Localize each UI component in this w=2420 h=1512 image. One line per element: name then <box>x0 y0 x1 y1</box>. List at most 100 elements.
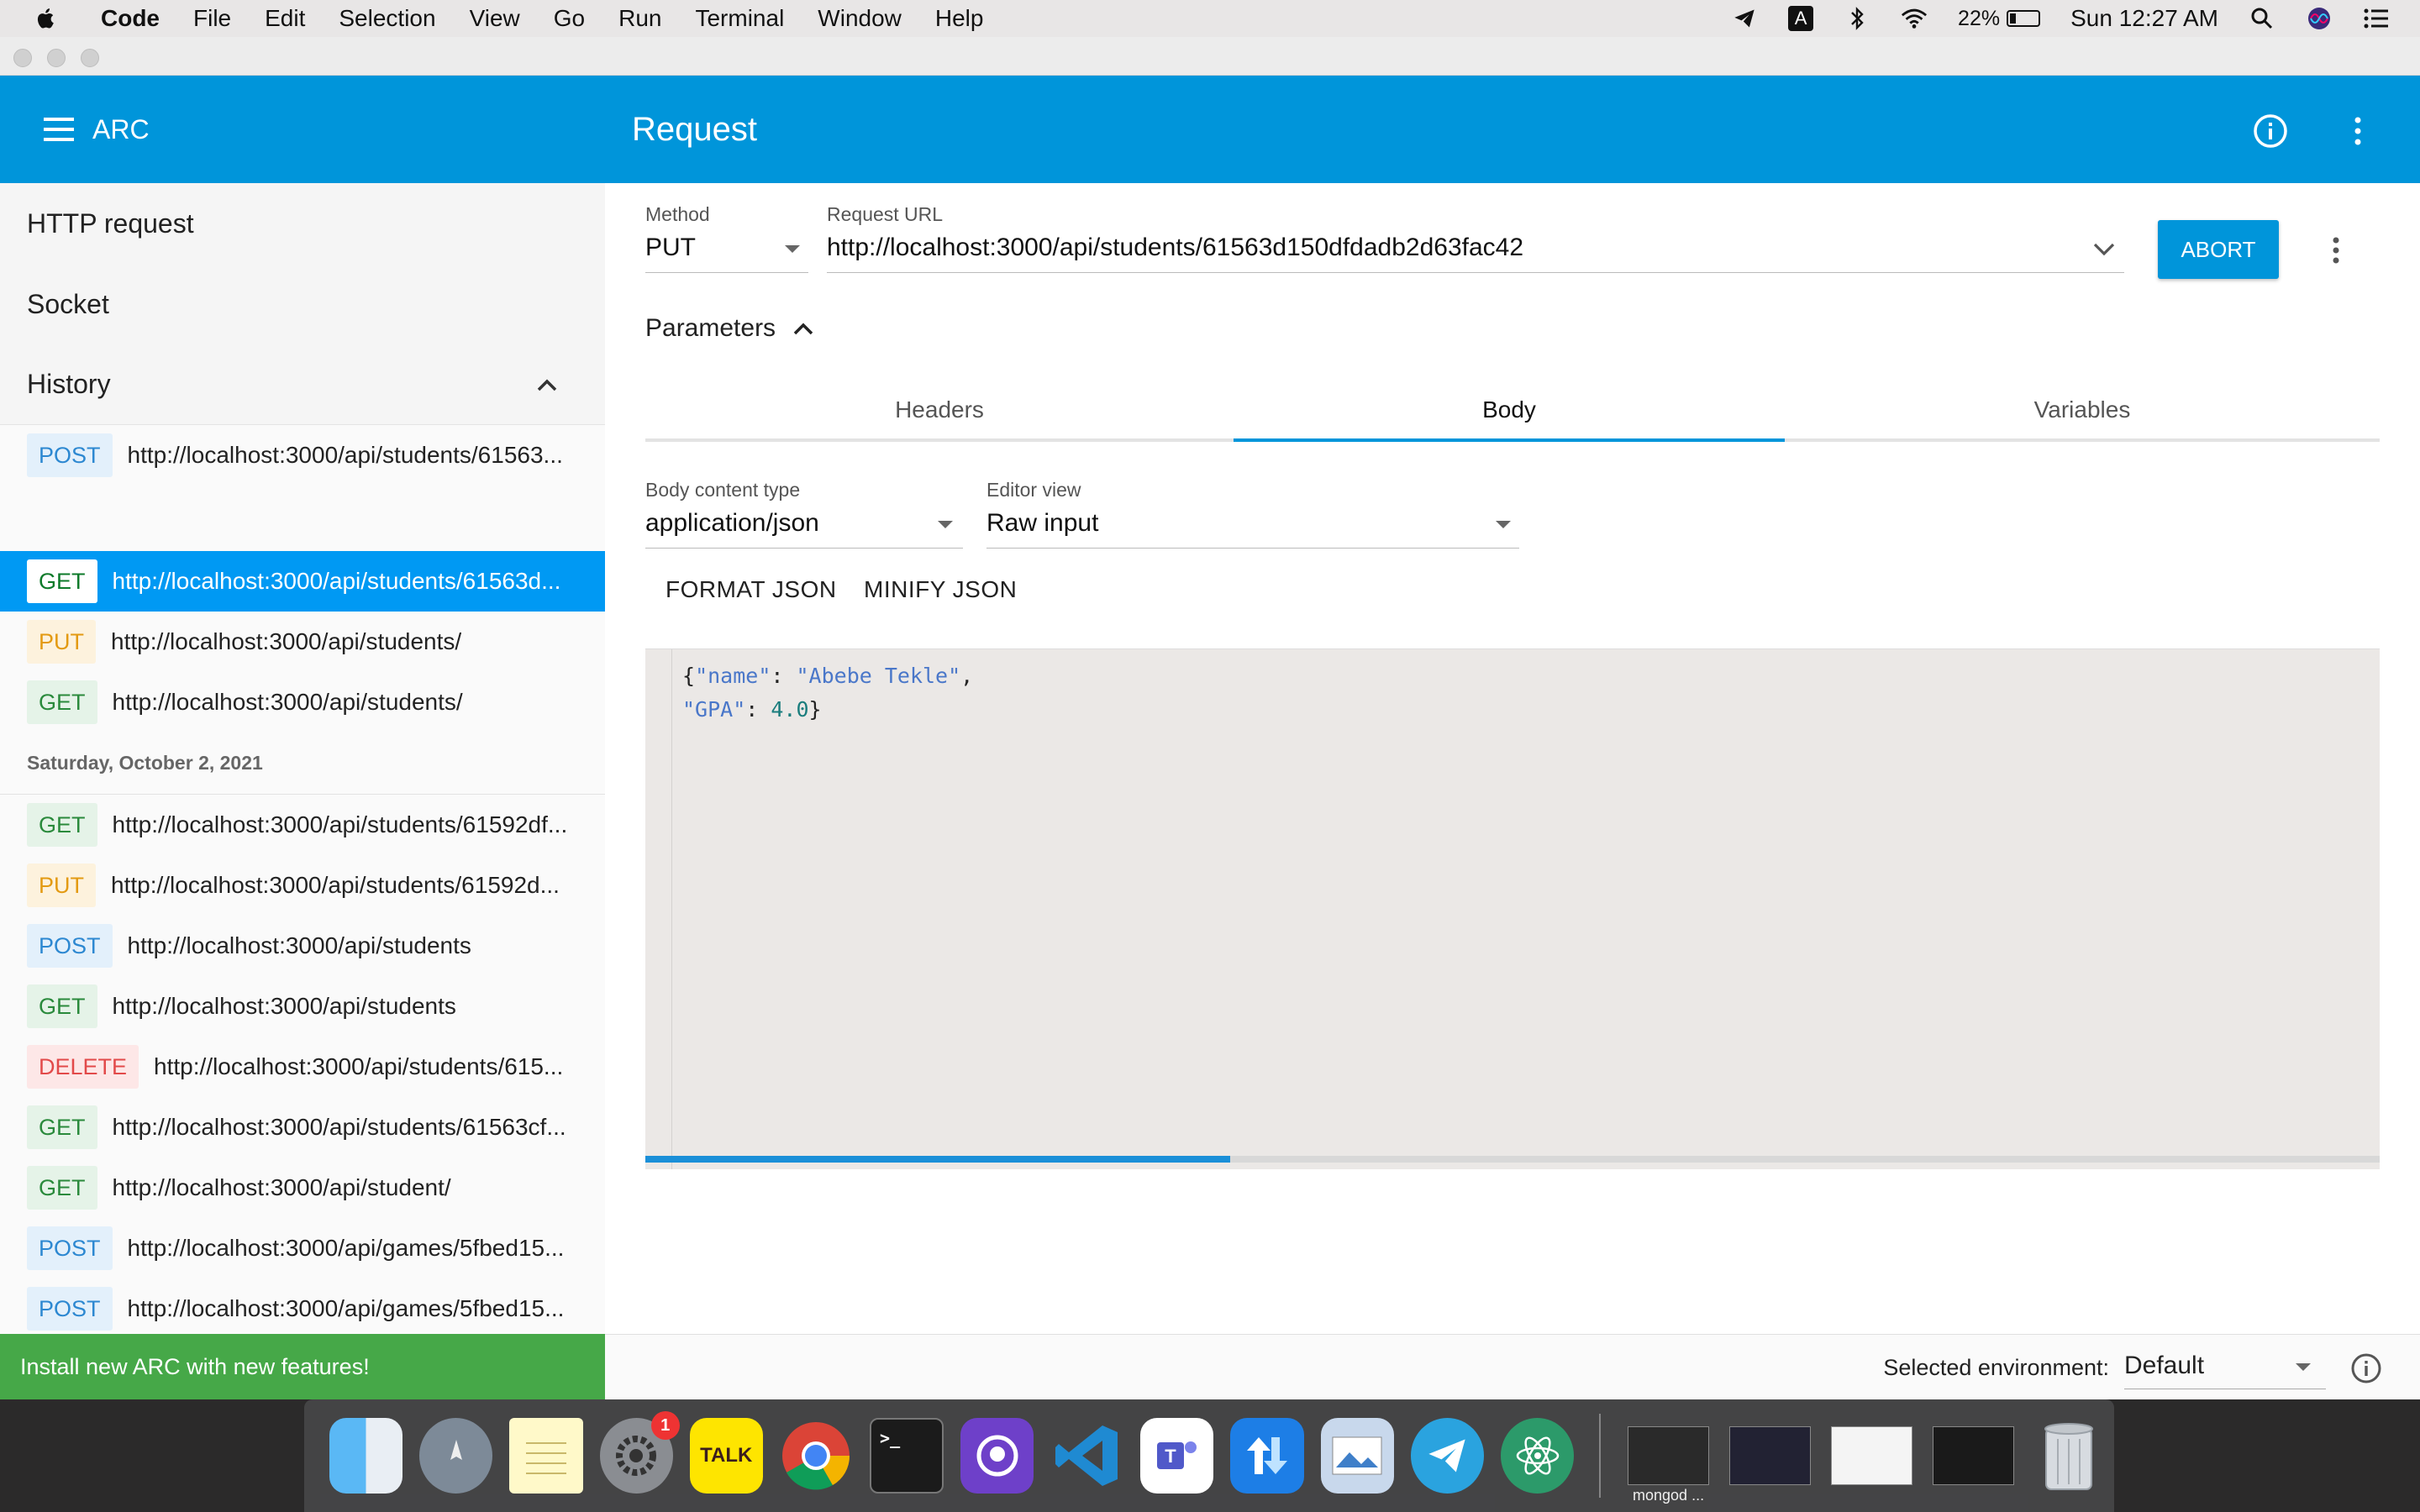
editor-view-dropdown-arrow-icon[interactable] <box>1496 521 1511 528</box>
launchpad-icon[interactable] <box>419 1418 493 1494</box>
minify-json-button[interactable]: MINIFY JSON <box>864 576 1017 603</box>
environment-info-icon[interactable] <box>2349 1352 2383 1385</box>
info-icon[interactable] <box>2252 113 2289 150</box>
window-zoom-button[interactable] <box>81 49 99 67</box>
menu-run[interactable]: Run <box>618 5 661 32</box>
body-code-editor[interactable]: {"name": "Abebe Tekle", "GPA": 4.0} <box>645 648 2380 1169</box>
editor-code[interactable]: {"name": "Abebe Tekle", "GPA": 4.0} <box>682 659 973 727</box>
trash-icon[interactable] <box>2033 1418 2106 1494</box>
history-item[interactable]: POST http://localhost:3000/api/games/5fbe… <box>0 1218 605 1278</box>
history-item[interactable]: GET http://localhost:3000/api/students <box>0 976 605 1037</box>
history-item[interactable]: POST http://localhost:3000/api/students/6… <box>0 425 605 486</box>
vscode-icon[interactable] <box>1050 1418 1123 1494</box>
menu-edit[interactable]: Edit <box>265 5 305 32</box>
nav-socket[interactable]: Socket <box>0 264 605 344</box>
history-url: http://localhost:3000/api/students/61592… <box>111 872 560 898</box>
menu-help[interactable]: Help <box>935 5 984 32</box>
install-new-arc-banner[interactable]: Install new ARC with new features! <box>0 1334 605 1399</box>
tab-headers[interactable]: Headers <box>645 381 1234 438</box>
bluetooth-icon[interactable] <box>1844 5 1870 32</box>
method-dropdown-arrow-icon[interactable] <box>785 245 800 253</box>
battery-indicator[interactable]: 22% <box>1958 7 2041 31</box>
telegram-icon[interactable] <box>1410 1418 1484 1494</box>
window-close-button[interactable] <box>13 49 32 67</box>
microsoft-teams-icon[interactable]: T <box>1140 1418 1214 1494</box>
history-url: http://localhost:3000/api/student/ <box>112 1174 451 1200</box>
notes-icon[interactable] <box>509 1418 583 1494</box>
preview-icon[interactable] <box>1320 1418 1394 1494</box>
content-type-underline <box>645 548 963 549</box>
tab-variables[interactable]: Variables <box>1785 381 2380 438</box>
finder-icon[interactable] <box>329 1418 403 1494</box>
parameters-toggle[interactable]: Parameters <box>645 314 814 343</box>
history-url: http://localhost:3000/api/games/5fbed15.… <box>127 1235 565 1261</box>
method-badge: PUT <box>27 620 96 664</box>
apple-logo-icon[interactable] <box>34 6 59 31</box>
hamburger-menu-icon[interactable] <box>44 118 74 141</box>
history-item[interactable]: GET http://localhost:3000/api/students/61… <box>0 795 605 855</box>
history-item[interactable]: PUT http://localhost:3000/api/students/61… <box>0 855 605 916</box>
history-item[interactable]: GET http://localhost:3000/api/student/ <box>0 1158 605 1218</box>
method-select[interactable]: PUT <box>645 234 696 262</box>
telegram-status-icon[interactable] <box>1731 5 1758 32</box>
spotlight-search-icon[interactable] <box>2249 5 2275 32</box>
menu-file[interactable]: File <box>193 5 231 32</box>
url-history-chevron-down-icon[interactable] <box>2092 242 2116 257</box>
tab-body[interactable]: Body <box>1234 381 1785 442</box>
siri-icon[interactable] <box>2306 5 2333 32</box>
menu-selection[interactable]: Selection <box>339 5 435 32</box>
chrome-icon[interactable] <box>780 1418 853 1494</box>
atom-icon[interactable] <box>1500 1418 1575 1494</box>
method-underline <box>645 272 808 273</box>
request-url-input[interactable]: http://localhost:3000/api/students/61563… <box>827 234 1523 262</box>
content-type-dropdown-arrow-icon[interactable] <box>938 521 953 528</box>
system-preferences-icon[interactable]: 1 <box>599 1411 680 1494</box>
input-source-label: A <box>1794 8 1807 29</box>
history-item[interactable]: PUT http://localhost:3000/api/students/ <box>0 612 605 672</box>
menu-app-name[interactable]: Code <box>101 5 160 32</box>
history-item[interactable]: DELETE http://localhost:3000/api/students… <box>0 1037 605 1097</box>
history-url: http://localhost:3000/api/students <box>127 932 471 958</box>
clock[interactable]: Sun 12:27 AM <box>2070 5 2218 32</box>
nav-history[interactable]: History <box>0 344 605 425</box>
window-minimize-button[interactable] <box>47 49 66 67</box>
chevron-up-icon[interactable] <box>536 378 558 391</box>
history-item[interactable]: POST http://localhost:3000/api/games/5fbe… <box>0 1278 605 1334</box>
method-badge: GET <box>27 559 97 603</box>
history-item[interactable]: GET http://localhost:3000/api/students/61… <box>0 551 605 612</box>
method-badge: GET <box>27 1105 97 1149</box>
format-json-button[interactable]: FORMAT JSON <box>666 576 837 603</box>
transmit-icon[interactable] <box>1230 1418 1304 1494</box>
wifi-icon[interactable] <box>1901 5 1928 32</box>
minimized-window-mongod[interactable]: mongod ... <box>1628 1426 1710 1504</box>
history-list: POST http://localhost:3000/api/students/6… <box>0 425 605 1334</box>
minimized-window-vscode[interactable] <box>1932 1426 2014 1485</box>
body-content-type-select[interactable]: application/json <box>645 509 819 538</box>
more-vert-icon[interactable] <box>2348 113 2368 150</box>
input-source-icon[interactable]: A <box>1788 6 1814 31</box>
body-content-type-label: Body content type <box>645 479 801 501</box>
code-line: {"name": "Abebe Tekle", <box>682 664 974 688</box>
menu-view[interactable]: View <box>470 5 520 32</box>
terminal-icon[interactable]: >_ <box>870 1418 944 1494</box>
request-more-vert-icon[interactable] <box>2326 234 2346 267</box>
minimized-window-caption: mongod ... <box>1633 1487 1705 1504</box>
environment-dropdown-arrow-icon[interactable] <box>2296 1363 2311 1371</box>
history-item[interactable]: GET http://localhost:3000/api/students/61… <box>0 1097 605 1158</box>
history-item[interactable]: POST http://localhost:3000/api/students <box>0 916 605 976</box>
editor-view-select[interactable]: Raw input <box>986 509 1098 538</box>
minimized-window-editor[interactable] <box>1729 1426 1811 1485</box>
notification-center-icon[interactable] <box>2363 5 2390 32</box>
minimized-window-browser[interactable] <box>1830 1426 1912 1485</box>
github-desktop-icon[interactable] <box>960 1418 1034 1494</box>
history-url: http://localhost:3000/api/students/61563… <box>112 568 561 594</box>
nav-http-request[interactable]: HTTP request <box>0 183 605 264</box>
menu-go[interactable]: Go <box>554 5 585 32</box>
history-item[interactable]: GET http://localhost:3000/api/students/ <box>0 672 605 732</box>
environment-select[interactable]: Default <box>2124 1352 2204 1380</box>
kakaotalk-icon[interactable]: TALK <box>689 1418 763 1494</box>
editor-gutter <box>645 649 672 1169</box>
menu-window[interactable]: Window <box>818 5 902 32</box>
menu-terminal[interactable]: Terminal <box>695 5 784 32</box>
abort-button[interactable]: ABORT <box>2158 220 2279 279</box>
